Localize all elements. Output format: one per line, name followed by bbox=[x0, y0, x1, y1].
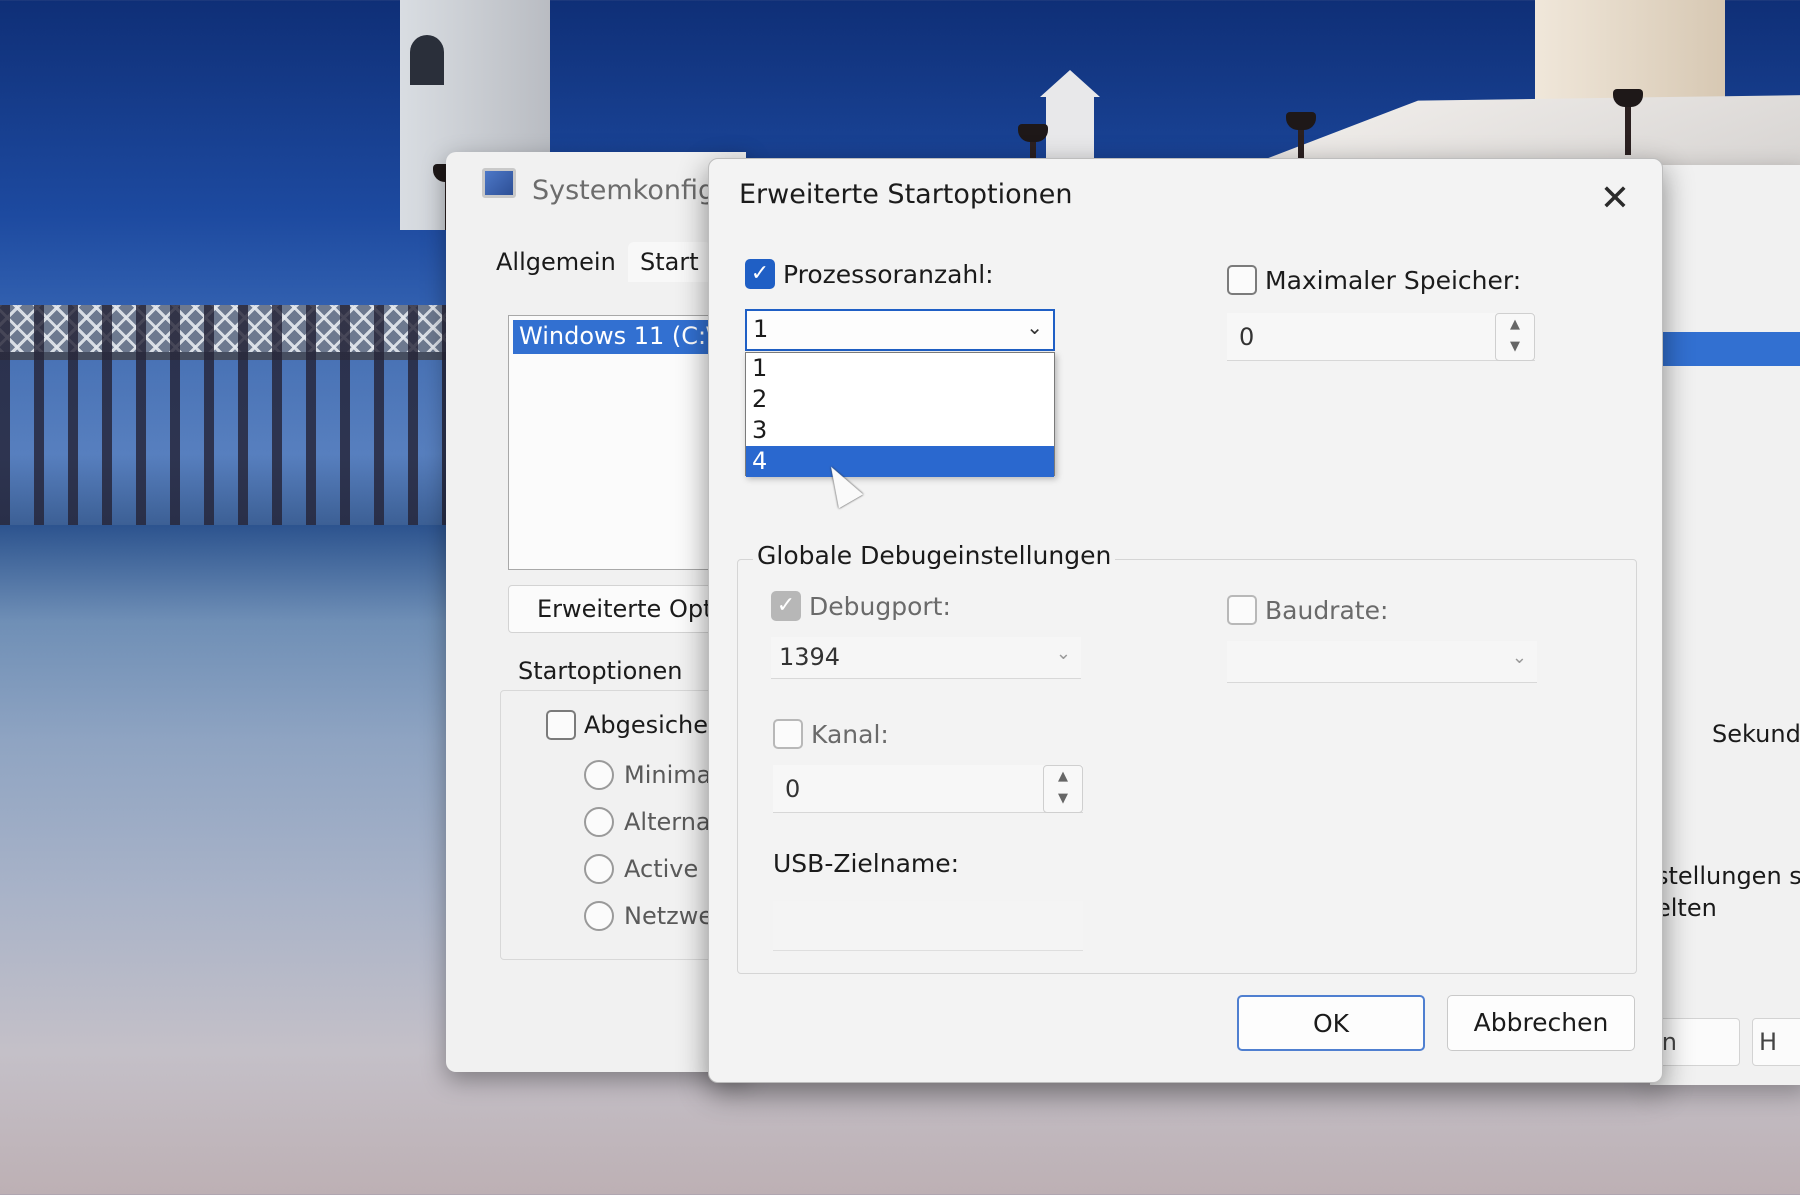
wallpaper-roof bbox=[1250, 95, 1800, 165]
debugport-label: Debugport: bbox=[809, 591, 951, 621]
system-config-title: Systemkonfigu bbox=[532, 175, 733, 206]
baudrate-checkbox[interactable] bbox=[1227, 595, 1257, 625]
seconds-label: Sekund bbox=[1712, 720, 1800, 748]
processor-count-value: 1 bbox=[753, 315, 769, 343]
chevron-down-icon[interactable]: ⌄ bbox=[1512, 647, 1527, 668]
radio-label: Alternat bbox=[624, 808, 721, 836]
processor-count-select[interactable]: 1 ⌄ bbox=[745, 309, 1055, 351]
dialog-title: Erweiterte Startoptionen bbox=[739, 179, 1073, 210]
max-memory-spinner[interactable]: 0 ▲ ▼ bbox=[1227, 313, 1535, 361]
usb-target-row: USB-Zielname: bbox=[773, 849, 959, 878]
wallpaper-cupola bbox=[1040, 70, 1100, 160]
processor-count-checkbox[interactable]: ✓ bbox=[745, 259, 775, 289]
settings-text-line1: stellungen s bbox=[1656, 862, 1800, 890]
channel-value: 0 bbox=[785, 775, 801, 803]
chevron-down-icon[interactable]: ⌄ bbox=[1056, 643, 1071, 664]
usb-target-label: USB-Zielname: bbox=[773, 849, 960, 878]
safe-boot-row[interactable]: Abgesicher bbox=[546, 710, 718, 740]
spinner-arrows-icon[interactable]: ▲ ▼ bbox=[1043, 765, 1083, 813]
usb-target-input[interactable] bbox=[773, 901, 1083, 951]
settings-text-line2: elten bbox=[1656, 894, 1717, 922]
radio-network[interactable]: Netzwer bbox=[584, 901, 723, 931]
debugport-value: 1394 bbox=[779, 643, 841, 671]
right-window-selection-bar bbox=[1650, 332, 1800, 366]
radio-label: Minimal bbox=[624, 761, 719, 789]
safe-boot-label: Abgesicher bbox=[584, 711, 718, 739]
max-memory-row[interactable]: Maximaler Speicher: bbox=[1227, 265, 1521, 295]
baudrate-row[interactable]: Baudrate: bbox=[1227, 595, 1388, 625]
channel-label: Kanal: bbox=[811, 719, 889, 749]
processor-count-label: Prozessoranzahl: bbox=[783, 259, 994, 289]
debugport-select[interactable]: 1394 ⌄ bbox=[771, 637, 1081, 679]
chevron-down-icon[interactable]: ⌄ bbox=[1026, 315, 1043, 339]
radio-circle[interactable] bbox=[584, 854, 614, 884]
right-window bbox=[1650, 165, 1800, 1085]
baudrate-select[interactable]: ⌄ bbox=[1227, 641, 1537, 683]
max-memory-checkbox[interactable] bbox=[1227, 265, 1257, 295]
close-icon[interactable]: ✕ bbox=[1594, 179, 1636, 221]
radio-circle[interactable] bbox=[584, 760, 614, 790]
debugport-row[interactable]: ✓ Debugport: bbox=[771, 591, 951, 621]
safe-boot-checkbox[interactable] bbox=[546, 710, 576, 740]
channel-row[interactable]: Kanal: bbox=[773, 719, 889, 749]
right-window-help-button[interactable]: H bbox=[1752, 1018, 1800, 1066]
radio-alternate[interactable]: Alternat bbox=[584, 807, 720, 837]
radio-active-directory[interactable]: Active D bbox=[584, 854, 724, 884]
advanced-boot-options-dialog: Erweiterte Startoptionen ✕ ✓ Prozessoran… bbox=[708, 158, 1663, 1083]
dropdown-option[interactable]: 2 bbox=[746, 384, 1054, 415]
max-memory-label: Maximaler Speicher: bbox=[1265, 265, 1522, 295]
wallpaper-lamp bbox=[1613, 89, 1643, 155]
system-config-app-icon bbox=[482, 168, 516, 198]
debugport-checkbox[interactable]: ✓ bbox=[771, 591, 801, 621]
dropdown-option[interactable]: 1 bbox=[746, 353, 1054, 384]
dropdown-option-highlighted[interactable]: 4 bbox=[746, 446, 1054, 477]
max-memory-value: 0 bbox=[1239, 323, 1255, 351]
cancel-button[interactable]: Abbrechen bbox=[1447, 995, 1635, 1051]
wallpaper-tower-window bbox=[410, 35, 444, 85]
radio-circle[interactable] bbox=[584, 901, 614, 931]
tab-start[interactable]: Start bbox=[628, 242, 711, 282]
channel-checkbox[interactable] bbox=[773, 719, 803, 749]
radio-circle[interactable] bbox=[584, 807, 614, 837]
wallpaper-pier-pilings bbox=[0, 305, 470, 525]
tab-general[interactable]: Allgemein bbox=[496, 248, 616, 276]
processor-count-row[interactable]: ✓ Prozessoranzahl: bbox=[745, 259, 994, 289]
processor-count-dropdown[interactable]: 1 2 3 4 bbox=[745, 352, 1055, 477]
radio-minimal[interactable]: Minimal bbox=[584, 760, 718, 790]
debug-settings-label: Globale Debugeinstellungen bbox=[753, 541, 1116, 570]
boot-options-label: Startoptionen bbox=[516, 657, 685, 685]
spinner-arrows-icon[interactable]: ▲ ▼ bbox=[1495, 313, 1535, 361]
baudrate-label: Baudrate: bbox=[1265, 595, 1389, 625]
ok-button[interactable]: OK bbox=[1237, 995, 1425, 1051]
dropdown-option[interactable]: 3 bbox=[746, 415, 1054, 446]
channel-spinner[interactable]: 0 ▲ ▼ bbox=[773, 765, 1083, 813]
